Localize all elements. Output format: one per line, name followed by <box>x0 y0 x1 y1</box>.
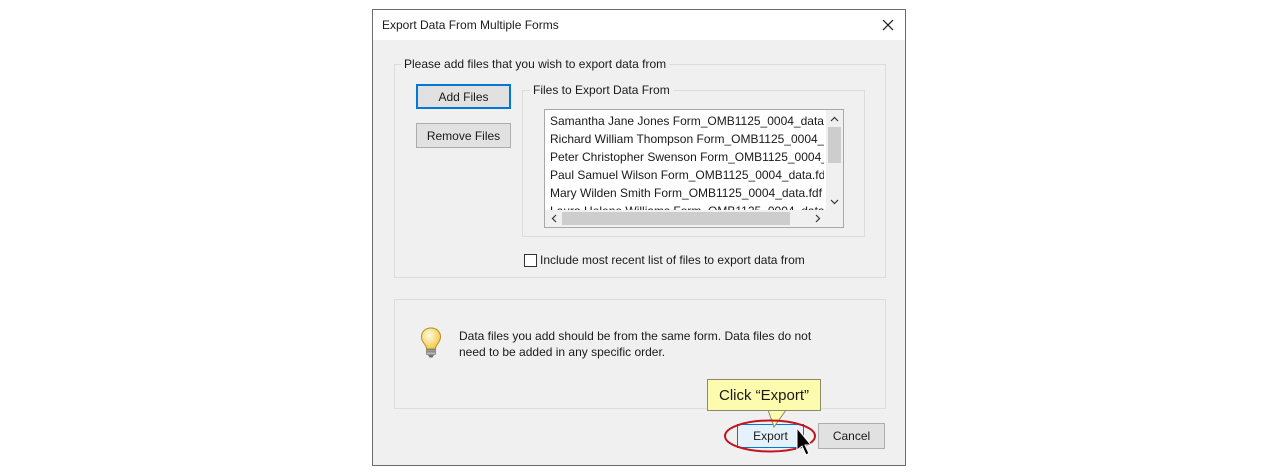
mouse-pointer-icon <box>796 426 813 456</box>
